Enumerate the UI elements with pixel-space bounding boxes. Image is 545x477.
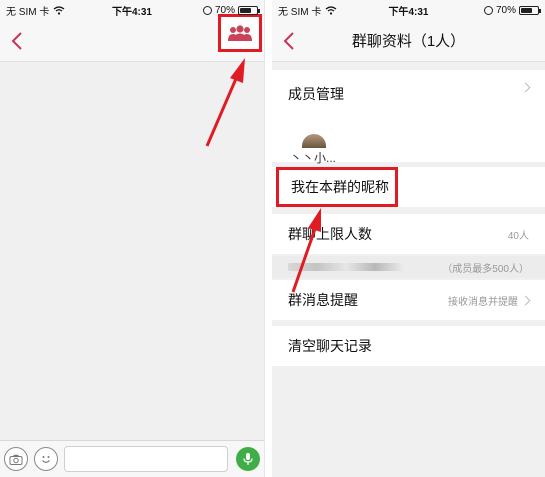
page-title: 群聊资料（1人） (351, 33, 466, 50)
group-info-nav-bar: 群聊资料（1人） (272, 20, 545, 62)
camera-icon (9, 454, 23, 465)
emoji-icon (42, 456, 50, 463)
chat-screen: 无 SIM 卡 下午4:31 70% (0, 0, 265, 477)
battery-percent: 70% (495, 4, 516, 16)
battery-icon (238, 5, 260, 15)
message-remind-row[interactable]: 群消息提醒 接收消息并提醒 (272, 280, 545, 320)
nickname-row[interactable]: 我在本群的昵称 (276, 167, 398, 207)
chat-message-area[interactable] (0, 62, 264, 440)
rotation-lock-icon (483, 5, 493, 15)
rotation-lock-icon (202, 5, 212, 15)
group-limit-label: 群聊上限人数 (288, 226, 372, 242)
clear-history-row[interactable]: 清空聊天记录 (272, 326, 545, 366)
member-manage-value (520, 82, 531, 93)
battery-group: 70% (202, 4, 260, 16)
member-avatar[interactable] (302, 134, 326, 148)
clear-history-label: 清空聊天记录 (288, 338, 372, 354)
chat-input-bar (0, 440, 264, 477)
group-info-content: 成员管理 丶丶小... 群聊上限人数 40人 （成员最多500人） 群消息提醒 … (272, 62, 545, 477)
message-remind-value: 接收消息并提醒 (448, 296, 518, 308)
blurred-text (288, 263, 404, 271)
group-members-icon (228, 25, 252, 41)
message-remind-label: 群消息提醒 (288, 292, 358, 308)
battery-percent: 70% (214, 4, 235, 16)
limit-hint-row: （成员最多500人） (272, 256, 545, 278)
emoji-button[interactable] (34, 447, 58, 471)
member-name: 丶丶小... (290, 151, 337, 165)
battery-group: 70% (483, 4, 541, 16)
microphone-icon (243, 453, 253, 465)
chevron-right-icon (520, 82, 531, 93)
battery-fill (521, 7, 532, 13)
battery-fill (240, 7, 251, 13)
battery-icon (519, 5, 541, 15)
chevron-right-icon (520, 295, 531, 305)
nickname-label: 我在本群的昵称 (291, 179, 389, 195)
group-limit-row[interactable]: 群聊上限人数 40人 (272, 214, 545, 254)
member-manage-label: 成员管理 (288, 86, 344, 102)
message-remind-value-group: 接收消息并提醒 (448, 293, 531, 308)
limit-hint-value: （成员最多500人） (442, 263, 529, 275)
voice-button[interactable] (236, 447, 260, 471)
group-info-button[interactable] (218, 14, 262, 52)
member-manage-row[interactable]: 成员管理 丶丶小... (272, 70, 545, 165)
chevron-left-icon[interactable] (280, 30, 300, 52)
camera-button[interactable] (4, 447, 28, 471)
status-bar: 无 SIM 卡 下午4:31 70% (272, 0, 545, 20)
group-info-screen: 无 SIM 卡 下午4:31 70% 群聊资料（1人） 成员管理 丶丶小... (272, 0, 545, 477)
message-input[interactable] (64, 446, 228, 472)
chevron-left-icon[interactable] (8, 30, 28, 52)
group-limit-value: 40人 (507, 230, 529, 242)
